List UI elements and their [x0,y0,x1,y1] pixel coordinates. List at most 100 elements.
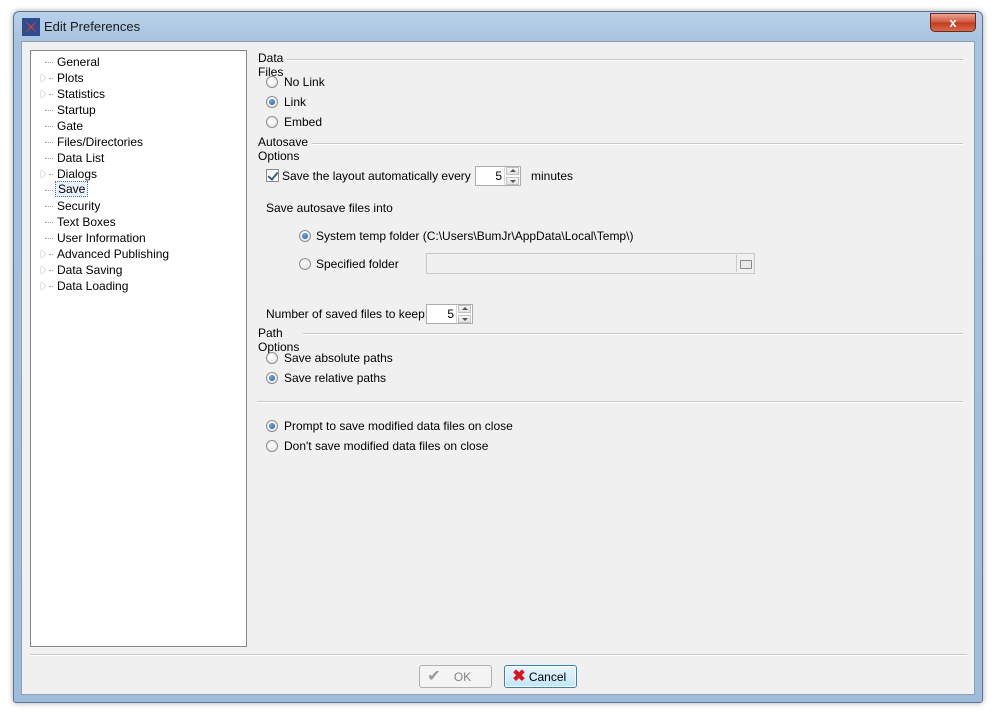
keep-files-label: Number of saved files to keep: [266,307,429,321]
system-temp-radio[interactable] [299,230,311,242]
expand-arrow-icon[interactable] [41,90,46,98]
tree-connector [45,190,53,191]
tree-item-label[interactable]: Startup [55,102,98,118]
tree-connector [45,206,53,207]
specified-folder-radio[interactable] [299,258,311,270]
tree-item-label[interactable]: Dialogs [55,166,99,182]
tree-item[interactable]: Plots [31,70,241,86]
tree-item[interactable]: Data Saving [31,262,241,278]
expand-arrow-icon[interactable] [41,74,46,82]
autosave-checkbox[interactable] [266,169,279,182]
minutes-down-arrow-icon[interactable] [506,177,519,185]
autosave-divider [257,143,963,145]
autosave-minutes-stepper[interactable]: 5 [475,166,521,186]
tree-connector [45,222,53,223]
expand-arrow-icon[interactable] [41,282,46,290]
expand-arrow-icon[interactable] [41,170,46,178]
app-logo-icon [22,18,40,36]
relative-paths-radio[interactable] [266,372,278,384]
tree-item-label[interactable]: Data Saving [55,262,124,278]
tree-item-label[interactable]: Statistics [55,86,107,102]
tree-item[interactable]: Gate [31,118,241,134]
autosave-checkbox-label[interactable]: Save the layout automatically every [282,169,471,183]
minutes-up-arrow-icon[interactable] [506,167,519,175]
tree-item[interactable]: Data Loading [31,278,241,294]
tree-item[interactable]: Dialogs [31,166,241,182]
no-link-radio[interactable] [266,76,278,88]
tree-connector [49,174,53,175]
tree-connector [45,238,53,239]
tree-item-label[interactable]: Data Loading [55,278,130,294]
tree-connector [49,286,53,287]
autosave-minutes-value: 5 [495,169,502,183]
link-label[interactable]: Link [284,95,306,109]
embed-label[interactable]: Embed [284,115,322,129]
tree-item-label[interactable]: Text Boxes [55,214,118,230]
absolute-paths-label[interactable]: Save absolute paths [284,351,393,365]
dialog-client: General Plots Statistics Startup Gate Files/D… [21,41,975,695]
save-settings-panel: Data Files No Link Link Embed Autosave O… [257,50,967,650]
tree-item[interactable]: General [31,54,241,70]
data-files-divider [257,59,963,61]
expand-arrow-icon[interactable] [41,250,46,258]
keep-files-stepper[interactable]: 5 [426,304,473,324]
minutes-label: minutes [531,169,574,183]
system-temp-label[interactable]: System temp folder (C:\Users\BumJr\AppDa… [316,229,633,243]
tree-item-label[interactable]: Gate [55,118,85,134]
tree-connector [45,110,53,111]
keep-down-arrow-icon[interactable] [458,315,471,323]
tree-item-label[interactable]: Plots [55,70,86,86]
tree-item[interactable]: Security [31,198,241,214]
ok-button[interactable]: ✔ OK [419,665,492,688]
tree-item-label[interactable]: Files/Directories [55,134,145,150]
tree-connector [45,142,53,143]
tree-item-label[interactable]: User Information [55,230,148,246]
prompt-save-radio[interactable] [266,420,278,432]
tree-item[interactable]: Advanced Publishing [31,246,241,262]
dont-save-label[interactable]: Don't save modified data files on close [284,439,488,453]
expand-arrow-icon[interactable] [41,266,46,274]
tree-item[interactable]: User Information [31,230,241,246]
window-title: Edit Preferences [44,19,141,34]
tree-item-label[interactable]: Data List [55,150,106,166]
tree-connector [45,158,53,159]
keep-up-arrow-icon[interactable] [458,305,471,313]
save-into-label: Save autosave files into [266,201,393,215]
specified-folder-label[interactable]: Specified folder [316,257,399,271]
tree-item-label[interactable]: Advanced Publishing [55,246,171,262]
dont-save-radio[interactable] [266,440,278,452]
tree-item[interactable]: Data List [31,150,241,166]
keep-files-value: 5 [447,307,454,321]
tree-connector [49,78,53,79]
tree-connector [49,254,53,255]
title-bar: Edit Preferences x [14,12,982,42]
tree-connector [45,62,53,63]
close-button[interactable]: x [930,13,976,32]
relative-paths-label[interactable]: Save relative paths [284,371,386,385]
tree-connector [49,94,53,95]
cancel-button[interactable]: ✖ Cancel [504,665,577,688]
path-options-divider [257,333,963,335]
tree-item[interactable]: Save [31,181,241,198]
close-options-divider [257,401,963,403]
tree-item[interactable]: Statistics [31,86,241,102]
embed-radio[interactable] [266,116,278,128]
link-radio[interactable] [266,96,278,108]
no-link-label[interactable]: No Link [284,75,325,89]
tree-item[interactable]: Files/Directories [31,134,241,150]
tree-connector [49,270,53,271]
folder-browse-icon [740,260,752,269]
absolute-paths-radio[interactable] [266,352,278,364]
browse-folder-button[interactable] [736,255,753,272]
tree-item[interactable]: Startup [31,102,241,118]
tree-item-label[interactable]: Security [55,198,102,214]
tree-item[interactable]: Text Boxes [31,214,241,230]
tree-connector [45,126,53,127]
tree-item-label[interactable]: General [55,54,102,70]
prompt-save-label[interactable]: Prompt to save modified data files on cl… [284,419,513,433]
edit-preferences-window: Edit Preferences x General Plots Statistic… [13,11,983,703]
category-tree: General Plots Statistics Startup Gate Files/D… [30,50,247,647]
tree-item-label[interactable]: Save [55,181,89,197]
button-bar-divider [30,654,967,656]
specified-folder-input[interactable] [426,253,755,274]
